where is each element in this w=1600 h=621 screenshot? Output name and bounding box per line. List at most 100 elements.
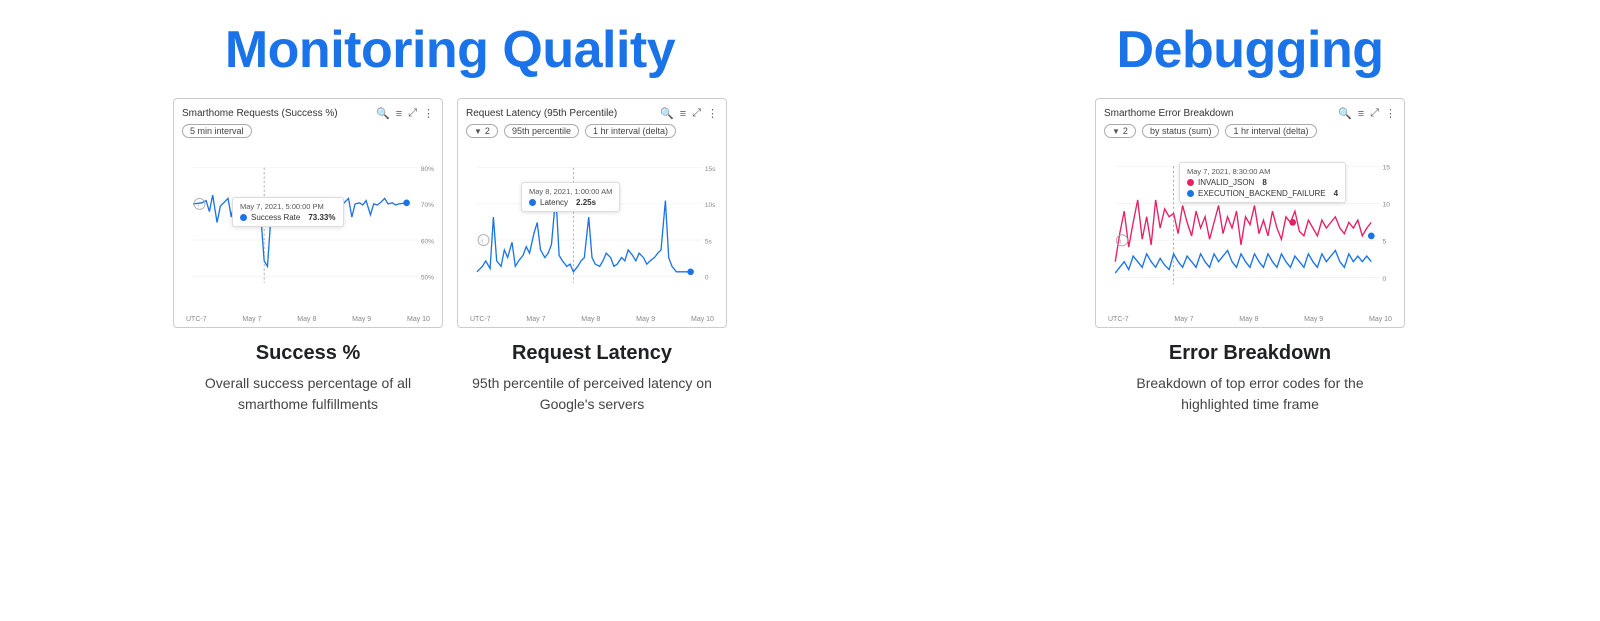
- x-label-may7: May 7: [242, 316, 261, 323]
- error-breakdown-filters: ▼ 2 by status (sum) 1 hr interval (delta…: [1104, 124, 1396, 138]
- success-rate-tooltip-label: Success Rate: [251, 213, 300, 222]
- search-icon-lat[interactable]: 🔍: [660, 107, 674, 120]
- search-icon-err[interactable]: 🔍: [1338, 107, 1352, 120]
- err-filter-0[interactable]: ▼ 2: [1104, 124, 1136, 138]
- success-rate-tooltip-value: 73.33%: [308, 213, 335, 222]
- x-label-may8: May 8: [297, 316, 316, 323]
- request-latency-chart-area: 15s 10s 5s 0 i May 8, 2021, 1:00:00: [466, 142, 718, 314]
- request-latency-svg: 15s 10s 5s 0 i: [466, 142, 718, 314]
- svg-text:i: i: [1120, 239, 1122, 246]
- error-breakdown-metric-desc: Breakdown of top error codes for the hig…: [1105, 373, 1395, 415]
- svg-text:15: 15: [1383, 165, 1391, 172]
- err-tooltip-dot-0: [1187, 179, 1194, 186]
- request-latency-chart-header: Request Latency (95th Percentile) 🔍 ≡ ⤢ …: [466, 107, 718, 120]
- success-rate-chart-icons: 🔍 ≡ ⤢ ⋮: [376, 107, 434, 120]
- metrics-row-left: Success % Overall success percentage of …: [10, 338, 890, 419]
- request-latency-chart-card: Request Latency (95th Percentile) 🔍 ≡ ⤢ …: [457, 98, 727, 328]
- request-latency-tooltip-row: Latency 2.25s: [529, 198, 612, 207]
- svg-text:0: 0: [705, 274, 709, 281]
- err-tooltip-value-0: 8: [1262, 178, 1266, 187]
- svg-text:70%: 70%: [421, 202, 434, 209]
- error-breakdown-chart-title: Smarthome Error Breakdown: [1104, 108, 1234, 119]
- debugging-title: Debugging: [1116, 20, 1383, 80]
- err-filter-1[interactable]: by status (sum): [1142, 124, 1220, 138]
- success-rate-metric-desc: Overall success percentage of all smarth…: [183, 373, 433, 415]
- success-rate-tooltip-row: Success Rate 73.33%: [240, 213, 336, 222]
- svg-text:5: 5: [1383, 239, 1387, 246]
- svg-text:80%: 80%: [421, 166, 434, 173]
- request-latency-tooltip-date: May 8, 2021, 1:00:00 AM: [529, 187, 612, 196]
- error-breakdown-tooltip-row-0: INVALID_JSON 8: [1187, 178, 1338, 187]
- latency-tooltip-dot: [529, 199, 536, 206]
- success-rate-tooltip-dot: [240, 214, 247, 221]
- debugging-section: Debugging Smarthome Error Breakdown 🔍 ≡ …: [900, 0, 1600, 621]
- svg-text:0: 0: [1383, 276, 1387, 283]
- svg-text:5s: 5s: [705, 238, 713, 245]
- error-breakdown-tooltip-date: May 7, 2021, 8:30:00 AM: [1187, 167, 1338, 176]
- err-tooltip-dot-1: [1187, 190, 1194, 197]
- success-rate-tooltip-date: May 7, 2021, 5:00:00 PM: [240, 202, 336, 211]
- charts-row: Smarthome Requests (Success %) 🔍 ≡ ⤢ ⋮ 5…: [10, 98, 890, 328]
- svg-text:50%: 50%: [421, 274, 434, 281]
- success-rate-filters: 5 min interval: [182, 124, 434, 138]
- legend-icon-err[interactable]: ≡: [1358, 108, 1364, 120]
- expand-icon-err[interactable]: ⤢: [1370, 107, 1379, 120]
- err-tooltip-label-0: INVALID_JSON: [1198, 178, 1254, 187]
- success-rate-tooltip: May 7, 2021, 5:00:00 PM Success Rate 73.…: [232, 197, 344, 227]
- error-breakdown-tooltip-row-1: EXECUTION_BACKEND_FAILURE 4: [1187, 189, 1338, 198]
- monitoring-quality-section: Monitoring Quality Smarthome Requests (S…: [0, 0, 900, 621]
- x-label-may9: May 9: [352, 316, 371, 323]
- expand-icon-lat[interactable]: ⤢: [692, 107, 701, 120]
- request-latency-chart-title: Request Latency (95th Percentile): [466, 108, 617, 119]
- success-rate-x-labels: UTC-7 May 7 May 8 May 9 May 10: [182, 314, 434, 323]
- request-latency-chart-icons: 🔍 ≡ ⤢ ⋮: [660, 107, 718, 120]
- more-icon-lat[interactable]: ⋮: [707, 107, 718, 120]
- x-label-may10: May 10: [407, 316, 430, 323]
- legend-icon-lat[interactable]: ≡: [680, 108, 686, 120]
- success-rate-metric-title: Success %: [183, 342, 433, 365]
- request-latency-metric-card: Request Latency 95th percentile of perce…: [457, 338, 727, 419]
- error-breakdown-chart-icons: 🔍 ≡ ⤢ ⋮: [1338, 107, 1396, 120]
- success-rate-chart-header: Smarthome Requests (Success %) 🔍 ≡ ⤢ ⋮: [182, 107, 434, 120]
- svg-text:i: i: [481, 238, 483, 245]
- legend-icon[interactable]: ≡: [396, 108, 402, 120]
- latency-x-labels: UTC-7 May 7 May 8 May 9 May 10: [466, 314, 718, 323]
- success-rate-metric-card: Success % Overall success percentage of …: [173, 338, 443, 419]
- err-tooltip-value-1: 4: [1334, 189, 1338, 198]
- expand-icon[interactable]: ⤢: [408, 107, 417, 120]
- svg-text:60%: 60%: [421, 238, 434, 245]
- err-x-may10: May 10: [1369, 316, 1392, 323]
- request-latency-metric-desc: 95th percentile of perceived latency on …: [467, 373, 717, 415]
- svg-text:15s: 15s: [705, 166, 716, 173]
- lat-filter-1[interactable]: 95th percentile: [504, 124, 579, 138]
- error-breakdown-tooltip: May 7, 2021, 8:30:00 AM INVALID_JSON 8 E…: [1179, 162, 1346, 203]
- success-rate-chart-area: 80% 70% 60% 50% i May 7, 2021, 5:00: [182, 142, 434, 314]
- success-rate-filter-chip-0[interactable]: 5 min interval: [182, 124, 252, 138]
- latency-tooltip-value: 2.25s: [576, 198, 596, 207]
- more-icon[interactable]: ⋮: [423, 107, 434, 120]
- lat-x-may7: May 7: [526, 316, 545, 323]
- lat-filter-0[interactable]: ▼ 2: [466, 124, 498, 138]
- request-latency-metric-title: Request Latency: [467, 342, 717, 365]
- success-rate-svg: 80% 70% 60% 50% i: [182, 142, 434, 314]
- error-x-labels: UTC-7 May 7 May 8 May 9 May 10: [1104, 314, 1396, 323]
- success-rate-chart-card: Smarthome Requests (Success %) 🔍 ≡ ⤢ ⋮ 5…: [173, 98, 443, 328]
- error-breakdown-chart-header: Smarthome Error Breakdown 🔍 ≡ ⤢ ⋮: [1104, 107, 1396, 120]
- svg-text:10s: 10s: [705, 202, 716, 209]
- search-icon[interactable]: 🔍: [376, 107, 390, 120]
- request-latency-tooltip: May 8, 2021, 1:00:00 AM Latency 2.25s: [521, 182, 620, 212]
- error-breakdown-metric-card: Error Breakdown Breakdown of top error c…: [1095, 338, 1405, 419]
- more-icon-err[interactable]: ⋮: [1385, 107, 1396, 120]
- svg-text:10: 10: [1383, 202, 1391, 209]
- err-filter-2[interactable]: 1 hr interval (delta): [1225, 124, 1316, 138]
- debugging-charts-row: Smarthome Error Breakdown 🔍 ≡ ⤢ ⋮ ▼ 2 by…: [910, 98, 1590, 328]
- error-breakdown-chart-card: Smarthome Error Breakdown 🔍 ≡ ⤢ ⋮ ▼ 2 by…: [1095, 98, 1405, 328]
- request-latency-filters: ▼ 2 95th percentile 1 hr interval (delta…: [466, 124, 718, 138]
- lat-filter-2[interactable]: 1 hr interval (delta): [585, 124, 676, 138]
- err-x-utc: UTC-7: [1108, 316, 1129, 323]
- filter-icon-0: ▼: [474, 127, 482, 136]
- lat-x-may8: May 8: [581, 316, 600, 323]
- x-label-utc: UTC-7: [186, 316, 207, 323]
- latency-tooltip-label: Latency: [540, 198, 568, 207]
- err-x-may9: May 9: [1304, 316, 1323, 323]
